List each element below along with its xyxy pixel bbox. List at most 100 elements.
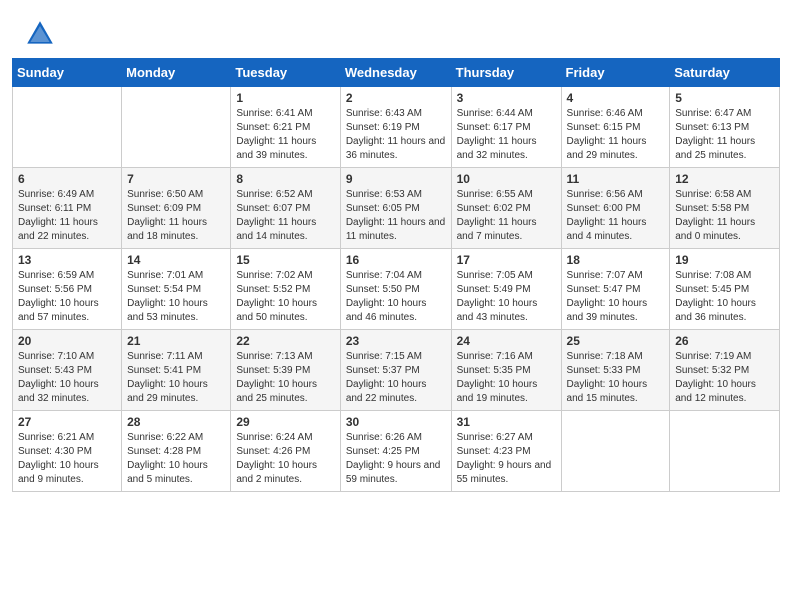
col-header-thursday: Thursday: [451, 59, 561, 87]
calendar-cell: 20 Sunrise: 7:10 AM Sunset: 5:43 PM Dayli…: [13, 330, 122, 411]
day-info: Sunrise: 7:13 AM Sunset: 5:39 PM Dayligh…: [236, 350, 334, 406]
day-info: Sunrise: 7:16 AM Sunset: 5:35 PM Dayligh…: [457, 350, 556, 406]
day-number: 6: [18, 172, 116, 186]
day-info: Sunrise: 6:44 AM Sunset: 6:17 PM Dayligh…: [457, 107, 556, 163]
day-number: 9: [346, 172, 446, 186]
day-info: Sunrise: 6:41 AM Sunset: 6:21 PM Dayligh…: [236, 107, 334, 163]
col-header-sunday: Sunday: [13, 59, 122, 87]
calendar-table: SundayMondayTuesdayWednesdayThursdayFrid…: [12, 58, 780, 492]
day-number: 12: [675, 172, 774, 186]
calendar-wrapper: SundayMondayTuesdayWednesdayThursdayFrid…: [0, 58, 792, 504]
day-info: Sunrise: 7:18 AM Sunset: 5:33 PM Dayligh…: [567, 350, 665, 406]
calendar-cell: 29 Sunrise: 6:24 AM Sunset: 4:26 PM Dayli…: [231, 411, 340, 492]
day-number: 20: [18, 334, 116, 348]
day-number: 19: [675, 253, 774, 267]
col-header-friday: Friday: [561, 59, 670, 87]
day-number: 31: [457, 415, 556, 429]
day-info: Sunrise: 7:07 AM Sunset: 5:47 PM Dayligh…: [567, 269, 665, 325]
calendar-cell: 11Sunrise: 6:56 AM Sunset: 6:00 PM Dayli…: [561, 168, 670, 249]
day-info: Sunrise: 6:58 AM Sunset: 5:58 PM Dayligh…: [675, 188, 774, 244]
day-info: Sunrise: 7:15 AM Sunset: 5:37 PM Dayligh…: [346, 350, 446, 406]
day-number: 2: [346, 91, 446, 105]
calendar-cell: 17 Sunrise: 7:05 AM Sunset: 5:49 PM Dayli…: [451, 249, 561, 330]
day-info: Sunrise: 6:49 AM Sunset: 6:11 PM Dayligh…: [18, 188, 116, 244]
calendar-cell: 5Sunrise: 6:47 AM Sunset: 6:13 PM Daylig…: [670, 87, 780, 168]
day-number: 5: [675, 91, 774, 105]
day-number: 10: [457, 172, 556, 186]
calendar-cell: 9 Sunrise: 6:53 AM Sunset: 6:05 PM Daylig…: [340, 168, 451, 249]
page: SundayMondayTuesdayWednesdayThursdayFrid…: [0, 0, 792, 612]
day-info: Sunrise: 6:53 AM Sunset: 6:05 PM Dayligh…: [346, 188, 446, 244]
logo-icon: [24, 18, 56, 50]
calendar-cell: [670, 411, 780, 492]
day-info: Sunrise: 6:27 AM Sunset: 4:23 PM Dayligh…: [457, 431, 556, 487]
calendar-week-row: 1Sunrise: 6:41 AM Sunset: 6:21 PM Daylig…: [13, 87, 780, 168]
day-info: Sunrise: 6:22 AM Sunset: 4:28 PM Dayligh…: [127, 431, 225, 487]
calendar-cell: 10 Sunrise: 6:55 AM Sunset: 6:02 PM Dayli…: [451, 168, 561, 249]
day-info: Sunrise: 6:52 AM Sunset: 6:07 PM Dayligh…: [236, 188, 334, 244]
day-info: Sunrise: 6:46 AM Sunset: 6:15 PM Dayligh…: [567, 107, 665, 163]
day-number: 13: [18, 253, 116, 267]
calendar-cell: 1Sunrise: 6:41 AM Sunset: 6:21 PM Daylig…: [231, 87, 340, 168]
day-info: Sunrise: 6:24 AM Sunset: 4:26 PM Dayligh…: [236, 431, 334, 487]
col-header-saturday: Saturday: [670, 59, 780, 87]
calendar-cell: 6 Sunrise: 6:49 AM Sunset: 6:11 PM Daylig…: [13, 168, 122, 249]
calendar-cell: 13Sunrise: 6:59 AM Sunset: 5:56 PM Dayli…: [13, 249, 122, 330]
calendar-cell: 3 Sunrise: 6:44 AM Sunset: 6:17 PM Daylig…: [451, 87, 561, 168]
day-number: 24: [457, 334, 556, 348]
calendar-cell: 22 Sunrise: 7:13 AM Sunset: 5:39 PM Dayli…: [231, 330, 340, 411]
day-info: Sunrise: 6:56 AM Sunset: 6:00 PM Dayligh…: [567, 188, 665, 244]
day-info: Sunrise: 6:21 AM Sunset: 4:30 PM Dayligh…: [18, 431, 116, 487]
calendar-week-row: 27 Sunrise: 6:21 AM Sunset: 4:30 PM Dayli…: [13, 411, 780, 492]
calendar-cell: 27 Sunrise: 6:21 AM Sunset: 4:30 PM Dayli…: [13, 411, 122, 492]
day-number: 18: [567, 253, 665, 267]
day-number: 28: [127, 415, 225, 429]
col-header-tuesday: Tuesday: [231, 59, 340, 87]
calendar-cell: [122, 87, 231, 168]
day-info: Sunrise: 6:50 AM Sunset: 6:09 PM Dayligh…: [127, 188, 225, 244]
day-number: 30: [346, 415, 446, 429]
day-number: 16: [346, 253, 446, 267]
day-info: Sunrise: 7:05 AM Sunset: 5:49 PM Dayligh…: [457, 269, 556, 325]
calendar-cell: 30 Sunrise: 6:26 AM Sunset: 4:25 PM Dayli…: [340, 411, 451, 492]
day-number: 26: [675, 334, 774, 348]
day-info: Sunrise: 6:55 AM Sunset: 6:02 PM Dayligh…: [457, 188, 556, 244]
col-header-wednesday: Wednesday: [340, 59, 451, 87]
header: [0, 0, 792, 58]
calendar-week-row: 6 Sunrise: 6:49 AM Sunset: 6:11 PM Daylig…: [13, 168, 780, 249]
calendar-cell: 14Sunrise: 7:01 AM Sunset: 5:54 PM Dayli…: [122, 249, 231, 330]
calendar-cell: 2 Sunrise: 6:43 AM Sunset: 6:19 PM Daylig…: [340, 87, 451, 168]
calendar-cell: 19 Sunrise: 7:08 AM Sunset: 5:45 PM Dayli…: [670, 249, 780, 330]
calendar-cell: 7 Sunrise: 6:50 AM Sunset: 6:09 PM Daylig…: [122, 168, 231, 249]
calendar-cell: 26 Sunrise: 7:19 AM Sunset: 5:32 PM Dayli…: [670, 330, 780, 411]
day-number: 29: [236, 415, 334, 429]
calendar-cell: 21Sunrise: 7:11 AM Sunset: 5:41 PM Dayli…: [122, 330, 231, 411]
day-info: Sunrise: 6:26 AM Sunset: 4:25 PM Dayligh…: [346, 431, 446, 487]
day-number: 17: [457, 253, 556, 267]
day-number: 23: [346, 334, 446, 348]
calendar-cell: 24 Sunrise: 7:16 AM Sunset: 5:35 PM Dayli…: [451, 330, 561, 411]
day-info: Sunrise: 7:10 AM Sunset: 5:43 PM Dayligh…: [18, 350, 116, 406]
logo: [24, 18, 60, 50]
day-number: 22: [236, 334, 334, 348]
day-number: 3: [457, 91, 556, 105]
calendar-cell: 25Sunrise: 7:18 AM Sunset: 5:33 PM Dayli…: [561, 330, 670, 411]
calendar-cell: 16 Sunrise: 7:04 AM Sunset: 5:50 PM Dayli…: [340, 249, 451, 330]
calendar-cell: 12 Sunrise: 6:58 AM Sunset: 5:58 PM Dayli…: [670, 168, 780, 249]
day-info: Sunrise: 7:02 AM Sunset: 5:52 PM Dayligh…: [236, 269, 334, 325]
calendar-cell: 31 Sunrise: 6:27 AM Sunset: 4:23 PM Dayli…: [451, 411, 561, 492]
calendar-cell: 18 Sunrise: 7:07 AM Sunset: 5:47 PM Dayli…: [561, 249, 670, 330]
day-info: Sunrise: 7:19 AM Sunset: 5:32 PM Dayligh…: [675, 350, 774, 406]
calendar-cell: 23 Sunrise: 7:15 AM Sunset: 5:37 PM Dayli…: [340, 330, 451, 411]
day-number: 27: [18, 415, 116, 429]
day-info: Sunrise: 6:43 AM Sunset: 6:19 PM Dayligh…: [346, 107, 446, 163]
day-info: Sunrise: 7:08 AM Sunset: 5:45 PM Dayligh…: [675, 269, 774, 325]
calendar-cell: 8 Sunrise: 6:52 AM Sunset: 6:07 PM Daylig…: [231, 168, 340, 249]
day-number: 8: [236, 172, 334, 186]
col-header-monday: Monday: [122, 59, 231, 87]
day-info: Sunrise: 7:04 AM Sunset: 5:50 PM Dayligh…: [346, 269, 446, 325]
day-info: Sunrise: 7:11 AM Sunset: 5:41 PM Dayligh…: [127, 350, 225, 406]
calendar-header-row: SundayMondayTuesdayWednesdayThursdayFrid…: [13, 59, 780, 87]
calendar-cell: 15Sunrise: 7:02 AM Sunset: 5:52 PM Dayli…: [231, 249, 340, 330]
day-number: 7: [127, 172, 225, 186]
